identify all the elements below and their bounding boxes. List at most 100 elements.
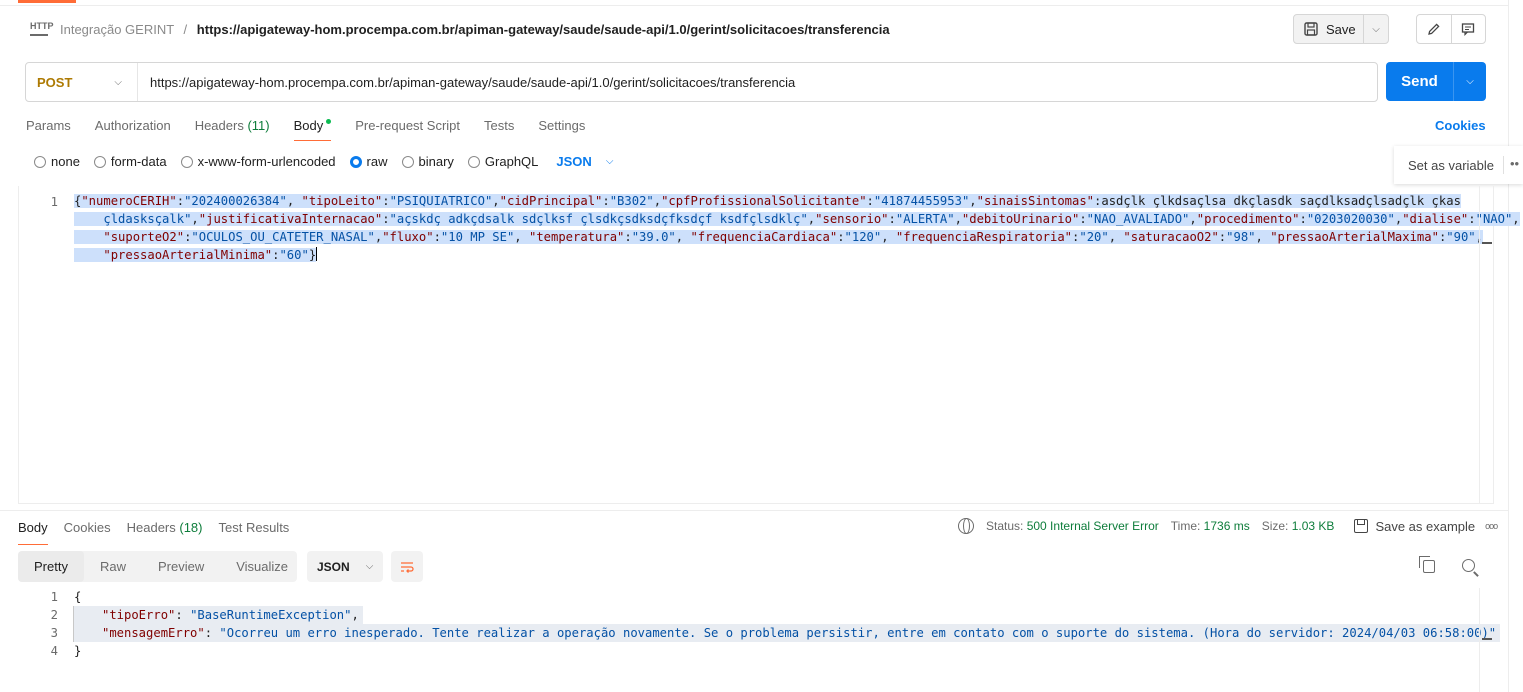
line-number: 1: [50, 590, 58, 604]
view-pretty[interactable]: Pretty: [18, 551, 84, 582]
code-line: {"numeroCERIH":"202400026384", "tipoLeit…: [74, 192, 1461, 210]
breadcrumb: Integração GERINT / https://apigateway-h…: [60, 22, 890, 37]
radio-circle: [401, 155, 414, 168]
tab-authorization[interactable]: Authorization: [95, 118, 171, 140]
radio-none[interactable]: none: [34, 154, 80, 169]
save-button[interactable]: Save ⌵: [1293, 14, 1389, 44]
radio-graphql[interactable]: GraphQL: [467, 154, 538, 169]
response-divider[interactable]: [0, 510, 1508, 511]
breadcrumb-collection[interactable]: Integração GERINT: [60, 22, 174, 37]
editor-scrollbar[interactable]: [1479, 186, 1493, 504]
response-headers-count: (18): [179, 520, 203, 535]
response-tab-headers[interactable]: Headers (18): [127, 520, 203, 542]
view-preview[interactable]: Preview: [142, 551, 220, 582]
indent-guide: [73, 606, 74, 642]
search-icon[interactable]: [1462, 559, 1475, 572]
tab-params[interactable]: Params: [26, 118, 71, 140]
response-view-switcher: Pretty Raw Preview Visualize: [18, 551, 297, 582]
chevron-down-icon: ⌵: [605, 156, 614, 167]
code-line-text: çldasksçalk","justificativaInternacao":"…: [74, 212, 1520, 226]
tab-body[interactable]: Body: [293, 118, 332, 141]
save-icon: [1354, 519, 1369, 533]
tab-pre-request-script[interactable]: Pre-request Script: [355, 118, 460, 140]
copy-icon[interactable]: [1419, 556, 1435, 573]
request-tabs: Params Authorization Headers (11) Body P…: [26, 118, 609, 141]
response-format-select[interactable]: JSON ⌵: [307, 551, 383, 582]
body-format-select[interactable]: JSON ⌵: [556, 154, 613, 169]
code-line: {: [74, 590, 82, 604]
response-toolbar: Pretty Raw Preview Visualize JSON ⌵: [18, 550, 1494, 584]
send-label: Send: [1386, 62, 1454, 101]
comments-icon[interactable]: [1452, 15, 1486, 43]
scrollbar-thumb[interactable]: [1482, 638, 1492, 640]
edit-actions: [1416, 14, 1486, 44]
radio-binary[interactable]: binary: [401, 154, 454, 169]
code-line-text: "pressaoArterialMinima":"60"}: [74, 248, 317, 262]
code-line: "tipoErro": "BaseRuntimeException",: [74, 606, 363, 624]
response-status[interactable]: Status: 500 Internal Server Error: [986, 519, 1159, 533]
response-size[interactable]: Size: 1.03 KB: [1262, 519, 1335, 533]
view-visualize[interactable]: Visualize: [220, 551, 304, 582]
edit-pencil-icon[interactable]: [1417, 15, 1452, 43]
view-raw[interactable]: Raw: [84, 551, 142, 582]
cookies-link[interactable]: Cookies: [1435, 118, 1486, 133]
response-tab-test-results[interactable]: Test Results: [219, 520, 290, 542]
radio-circle-checked: [349, 155, 362, 168]
radio-circle: [180, 155, 193, 168]
line-number: 2: [50, 608, 58, 622]
code-line: }: [74, 644, 82, 658]
chevron-down-icon: ⌵: [114, 76, 122, 88]
code-line-text: "suporteO2":"OCULOS_OU_CATETER_NASAL","f…: [74, 230, 1483, 244]
http-request-icon: HTTP: [30, 20, 54, 38]
right-sidebar-rail: [1508, 0, 1523, 692]
more-options-icon[interactable]: ooo: [1485, 521, 1498, 531]
send-button[interactable]: Send ⌵: [1386, 62, 1486, 101]
active-tab-indicator: [18, 0, 76, 3]
text-cursor: [316, 247, 318, 261]
breadcrumb-request-name[interactable]: https://apigateway-hom.procempa.com.br/a…: [197, 22, 890, 37]
response-meta: Status: 500 Internal Server Error Time: …: [958, 518, 1498, 534]
save-as-example-button[interactable]: Save as example: [1354, 519, 1475, 534]
request-url-bar: POST ⌵ https://apigateway-hom.procempa.c…: [25, 62, 1378, 102]
tab-settings[interactable]: Settings: [538, 118, 585, 140]
breadcrumb-separator: /: [183, 22, 188, 37]
code-line: "mensagemErro": "Ocorreu um erro inesper…: [74, 624, 1501, 642]
line-number: 1: [50, 195, 58, 209]
response-scrollbar[interactable]: [1479, 588, 1493, 692]
code-line: "pressaoArterialMinima":"60"}: [74, 246, 318, 264]
send-options-chevron-down-icon[interactable]: ⌵: [1454, 62, 1486, 101]
response-tab-cookies[interactable]: Cookies: [64, 520, 111, 542]
set-as-variable-popover: Set as variable ••: [1394, 146, 1523, 184]
radio-circle: [93, 155, 106, 168]
scrollbar-thumb[interactable]: [1482, 242, 1492, 244]
radio-form-data[interactable]: form-data: [93, 154, 167, 169]
chevron-down-icon: ⌵: [365, 561, 374, 572]
radio-circle: [467, 155, 480, 168]
globe-icon[interactable]: [958, 518, 974, 534]
wrap-lines-icon[interactable]: [391, 551, 423, 582]
body-type-selector: none form-data x-www-form-urlencoded raw…: [34, 154, 613, 169]
response-tabs: Body Cookies Headers (18) Test Results: [18, 520, 305, 545]
more-options-icon[interactable]: ••: [1510, 156, 1519, 171]
line-number: 4: [50, 644, 58, 658]
code-line: çldasksçalk","justificativaInternacao":"…: [74, 210, 1520, 228]
radio-raw[interactable]: raw: [349, 154, 388, 169]
save-label: Save: [1326, 21, 1356, 37]
code-line-text: {"numeroCERIH":"202400026384", "tipoLeit…: [74, 194, 1461, 208]
save-options-chevron-down-icon[interactable]: ⌵: [1364, 24, 1388, 35]
code-line: "suporteO2":"OCULOS_OU_CATETER_NASAL","f…: [74, 228, 1483, 246]
radio-x-www-form-urlencoded[interactable]: x-www-form-urlencoded: [180, 154, 336, 169]
headers-count: (11): [247, 118, 270, 133]
method-select[interactable]: POST ⌵: [26, 63, 138, 101]
save-icon: [1304, 22, 1318, 36]
tab-bar-divider: [0, 5, 1508, 6]
radio-circle: [34, 155, 46, 168]
set-as-variable-button[interactable]: Set as variable: [1408, 158, 1494, 173]
response-time[interactable]: Time: 1736 ms: [1171, 519, 1250, 533]
popover-divider: [1503, 156, 1504, 174]
url-input[interactable]: https://apigateway-hom.procempa.com.br/a…: [138, 75, 795, 90]
method-label: POST: [37, 74, 73, 90]
response-tab-body[interactable]: Body: [18, 520, 48, 545]
tab-tests[interactable]: Tests: [484, 118, 514, 140]
tab-headers[interactable]: Headers (11): [195, 118, 270, 140]
